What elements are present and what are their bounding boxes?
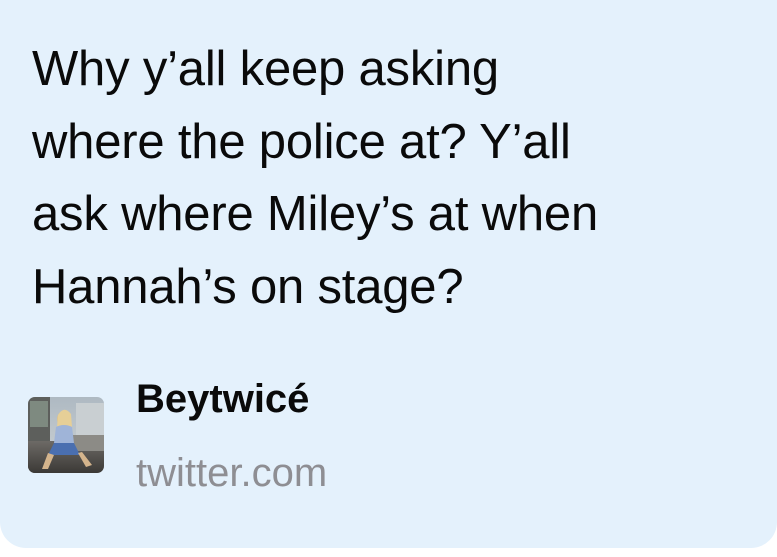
post-text-line: Why y’all keep asking xyxy=(32,42,499,96)
post-text-line: where the police at? Y’all xyxy=(32,114,571,169)
photo-thumbnail-image xyxy=(28,397,104,473)
link-title[interactable]: Beytwicé xyxy=(136,374,309,424)
post-text-line: ask where Miley’s at when xyxy=(32,187,599,241)
post-text: Why y’all keep asking where the police a… xyxy=(32,33,752,323)
post-text-line: Hannah’s on stage? xyxy=(32,259,464,314)
link-domain[interactable]: twitter.com xyxy=(136,448,327,498)
link-preview-card[interactable]: Why y’all keep asking where the police a… xyxy=(0,0,777,548)
link-thumbnail[interactable] xyxy=(28,397,104,473)
